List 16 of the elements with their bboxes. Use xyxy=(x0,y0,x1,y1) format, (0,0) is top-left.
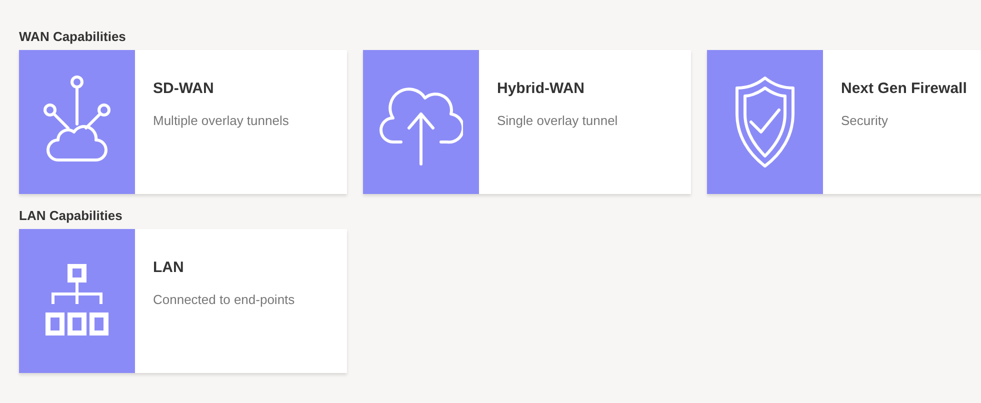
card-title: Next Gen Firewall xyxy=(841,79,967,99)
capability-card[interactable]: SD-WAN Multiple overlay tunnels xyxy=(19,50,347,194)
hierarchy-icon xyxy=(45,264,109,338)
card-description: Single overlay tunnel xyxy=(497,112,618,130)
card-title: SD-WAN xyxy=(153,79,214,99)
capability-card[interactable]: Hybrid-WAN Single overlay tunnel xyxy=(363,50,691,194)
capability-card[interactable]: LAN Connected to end-points xyxy=(19,229,347,373)
capability-card[interactable]: Next Gen Firewall Security xyxy=(707,50,981,194)
card-description: Security xyxy=(841,112,888,130)
section-title: WAN Capabilities xyxy=(19,28,126,46)
card-description: Multiple overlay tunnels xyxy=(153,112,289,130)
card-title: LAN xyxy=(153,258,184,278)
card-title: Hybrid-WAN xyxy=(497,79,584,99)
card-description: Connected to end-points xyxy=(153,290,295,309)
shield-check-icon xyxy=(733,74,797,170)
section-title: LAN Capabilities xyxy=(19,207,122,225)
